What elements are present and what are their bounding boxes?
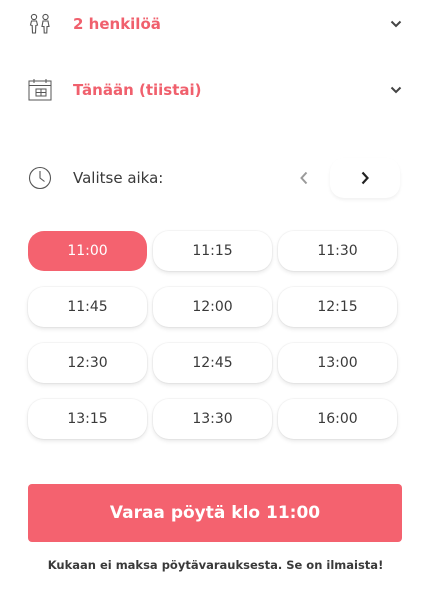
chevron-down-icon [388,82,404,98]
previous-times-button[interactable] [288,162,320,194]
time-slot-button[interactable]: 13:00 [278,343,397,383]
time-slot-button[interactable]: 16:00 [278,399,397,439]
book-table-button[interactable]: Varaa pöytä klo 11:00 [28,484,402,542]
people-icon [27,11,53,37]
time-slot-grid: 11:00 11:15 11:30 11:45 12:00 12:15 12:30 12:45… [28,231,397,439]
time-slot-button[interactable]: 13:15 [28,399,147,439]
party-size-value: 2 henkilöä [73,15,161,33]
time-slot-button[interactable]: 11:00 [28,231,147,271]
time-slot-button[interactable]: 12:15 [278,287,397,327]
reservation-widget: 2 henkilöä Tänään (tiistai) Valitse aika… [0,0,431,599]
date-value: Tänään (tiistai) [73,81,202,99]
next-times-button[interactable] [330,158,400,198]
time-label: Valitse aika: [73,169,164,187]
chevron-down-icon [388,16,404,32]
time-slot-button[interactable]: 12:30 [28,343,147,383]
free-booking-note: Kukaan ei maksa pöytävarauksesta. Se on … [47,558,384,572]
time-select-header: Valitse aika: [0,158,431,198]
date-select[interactable]: Tänään (tiistai) [0,70,431,110]
time-slot-button[interactable]: 13:30 [153,399,272,439]
time-slot-button[interactable]: 11:15 [153,231,272,271]
calendar-icon [27,77,53,103]
time-slot-button[interactable]: 12:45 [153,343,272,383]
time-slot-button[interactable]: 12:00 [153,287,272,327]
time-slot-button[interactable]: 11:45 [28,287,147,327]
party-size-select[interactable]: 2 henkilöä [0,4,431,44]
clock-icon [27,165,53,191]
time-slot-button[interactable]: 11:30 [278,231,397,271]
